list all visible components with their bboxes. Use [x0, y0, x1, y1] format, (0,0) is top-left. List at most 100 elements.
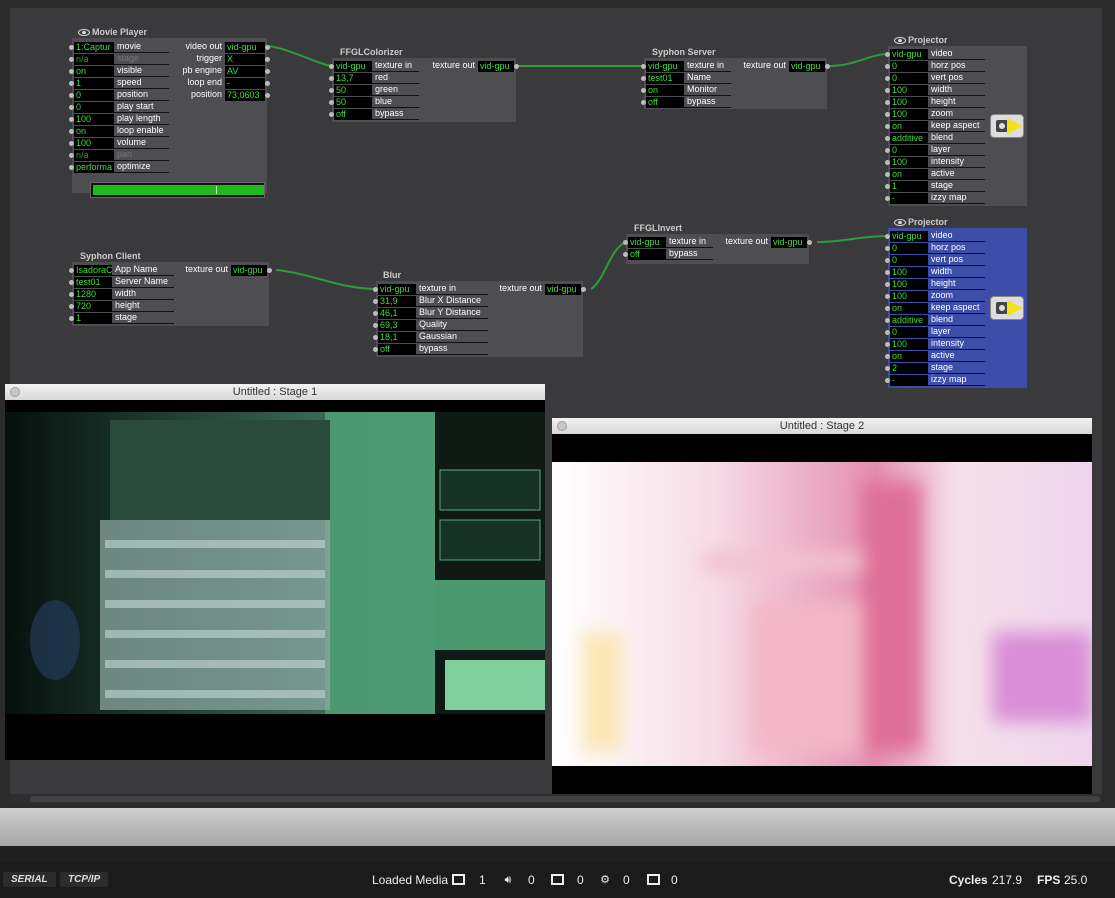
wire-blur-to-invert[interactable]: [590, 241, 627, 290]
syphon-client-actor[interactable]: IsadoraC App Name test01 Server Name 1280 wid…: [69, 262, 272, 326]
output-port-row[interactable]: loop end -: [180, 77, 270, 89]
blur-title[interactable]: Blur: [383, 270, 401, 280]
input-value[interactable]: 100: [890, 84, 928, 96]
input-port-row[interactable]: off bypass: [641, 96, 731, 108]
wire-invert-to-projector-2[interactable]: [816, 235, 889, 243]
output-port-row[interactable]: texture out vid-gpu: [490, 283, 586, 295]
output-port-row[interactable]: trigger X: [180, 53, 270, 65]
input-value[interactable]: 0: [890, 254, 928, 266]
movie-player-title[interactable]: Movie Player: [78, 27, 147, 37]
projector-1-title[interactable]: Projector: [894, 35, 948, 45]
input-value[interactable]: vid-gpu: [890, 230, 928, 242]
patch-window[interactable]: Movie Player 1:Captur movie n/a stage on visi…: [5, 8, 1102, 803]
stage-1-window[interactable]: Untitled : Stage 1: [5, 384, 545, 760]
input-port-row[interactable]: 100 intensity: [885, 338, 985, 350]
input-port-row[interactable]: - izzy map: [885, 192, 985, 204]
input-value[interactable]: 0: [890, 60, 928, 72]
eye-icon[interactable]: [894, 37, 906, 44]
input-value[interactable]: 100: [890, 156, 928, 168]
input-port-row[interactable]: off bypass: [373, 343, 488, 355]
input-port-row[interactable]: 0 horz pos: [885, 60, 985, 72]
output-port-dot[interactable]: [825, 63, 830, 69]
tcpip-button[interactable]: TCP/IP: [60, 872, 109, 887]
input-value[interactable]: vid-gpu: [628, 236, 666, 248]
input-value[interactable]: on: [890, 350, 928, 362]
input-port-row[interactable]: 46,1 Blur Y Distance: [373, 307, 488, 319]
input-port-row[interactable]: on active: [885, 350, 985, 362]
input-port-row[interactable]: additive blend: [885, 314, 985, 326]
input-value[interactable]: 46,1: [378, 307, 416, 319]
wire-syphon-client-to-blur[interactable]: [275, 269, 377, 290]
input-port-row[interactable]: 0 vert pos: [885, 72, 985, 84]
output-port-dot[interactable]: [265, 44, 270, 50]
wire-movie-to-colorizer[interactable]: [264, 45, 333, 67]
input-value[interactable]: vid-gpu: [890, 48, 928, 60]
input-value[interactable]: off: [628, 248, 666, 260]
input-port-row[interactable]: vid-gpu video: [885, 230, 985, 242]
ffgl-invert-title[interactable]: FFGLInvert: [634, 223, 682, 233]
input-value[interactable]: test01: [74, 276, 112, 288]
input-value[interactable]: 100: [74, 113, 114, 125]
input-port-row[interactable]: 100 play length: [69, 113, 169, 125]
input-value[interactable]: vid-gpu: [378, 283, 416, 295]
input-port-row[interactable]: 31,9 Blur X Distance: [373, 295, 488, 307]
input-port-row[interactable]: 0 vert pos: [885, 254, 985, 266]
output-port-dot[interactable]: [265, 80, 270, 86]
serial-button[interactable]: SERIAL: [3, 872, 56, 887]
input-value[interactable]: on: [646, 84, 684, 96]
input-port-row[interactable]: 50 blue: [329, 96, 419, 108]
input-port-row[interactable]: 100 intensity: [885, 156, 985, 168]
input-port-row[interactable]: on visible: [69, 65, 169, 77]
output-port-dot[interactable]: [514, 63, 519, 69]
input-port-row[interactable]: 69,3 Quality: [373, 319, 488, 331]
input-port-row[interactable]: vid-gpu video: [885, 48, 985, 60]
output-port-row[interactable]: texture out vid-gpu: [716, 236, 812, 248]
input-value[interactable]: 2: [890, 362, 928, 374]
input-value[interactable]: off: [334, 108, 372, 120]
input-port-row[interactable]: 100 zoom: [885, 108, 985, 120]
output-port-dot[interactable]: [581, 286, 586, 292]
input-port-row[interactable]: 0 layer: [885, 326, 985, 338]
input-value[interactable]: 720: [74, 300, 112, 312]
input-port-row[interactable]: n/a stage: [69, 53, 169, 65]
input-value[interactable]: 18,1: [378, 331, 416, 343]
input-port-row[interactable]: 100 height: [885, 278, 985, 290]
projector-icon[interactable]: [990, 114, 1024, 138]
syphon-server-title[interactable]: Syphon Server: [652, 47, 716, 57]
input-port-row[interactable]: performa optimize: [69, 161, 169, 173]
input-port-row[interactable]: 1:Captur movie: [69, 41, 169, 53]
input-value[interactable]: on: [890, 302, 928, 314]
input-port-row[interactable]: vid-gpu texture in: [329, 60, 419, 72]
ffgl-colorizer-actor[interactable]: vid-gpu texture in 13,7 red 50 green 50 blue off…: [329, 58, 519, 122]
input-port-row[interactable]: - izzy map: [885, 374, 985, 386]
input-port-row[interactable]: on Monitor: [641, 84, 731, 96]
input-value[interactable]: 100: [890, 338, 928, 350]
input-value[interactable]: off: [378, 343, 416, 355]
input-value[interactable]: 0: [890, 242, 928, 254]
input-value[interactable]: 13,7: [334, 72, 372, 84]
input-value[interactable]: vid-gpu: [646, 60, 684, 72]
output-port-dot[interactable]: [267, 267, 272, 273]
input-port-row[interactable]: on loop enable: [69, 125, 169, 137]
input-value[interactable]: 1:Captur: [74, 41, 114, 53]
input-port-row[interactable]: 0 position: [69, 89, 169, 101]
input-value[interactable]: -: [890, 374, 928, 386]
ffgl-invert-actor[interactable]: vid-gpu texture in off bypass texture out vid…: [623, 234, 812, 264]
input-value[interactable]: additive: [890, 132, 928, 144]
input-value[interactable]: test01: [646, 72, 684, 84]
input-value[interactable]: 50: [334, 96, 372, 108]
input-port-row[interactable]: 0 play start: [69, 101, 169, 113]
input-value[interactable]: additive: [890, 314, 928, 326]
input-value[interactable]: 100: [890, 266, 928, 278]
input-port-row[interactable]: IsadoraC App Name: [69, 264, 174, 276]
input-port-row[interactable]: 1 speed: [69, 77, 169, 89]
input-port-row[interactable]: 50 green: [329, 84, 419, 96]
input-port-row[interactable]: 100 width: [885, 266, 985, 278]
stage-1-titlebar[interactable]: Untitled : Stage 1: [5, 384, 545, 400]
input-value[interactable]: 0: [890, 72, 928, 84]
input-value[interactable]: 1: [74, 312, 112, 324]
input-port-row[interactable]: 2 stage: [885, 362, 985, 374]
movie-player-actor[interactable]: 1:Captur movie n/a stage on visible 1 speed 0 pos…: [69, 38, 270, 193]
output-port-dot[interactable]: [265, 68, 270, 74]
input-value[interactable]: performa: [74, 161, 114, 173]
